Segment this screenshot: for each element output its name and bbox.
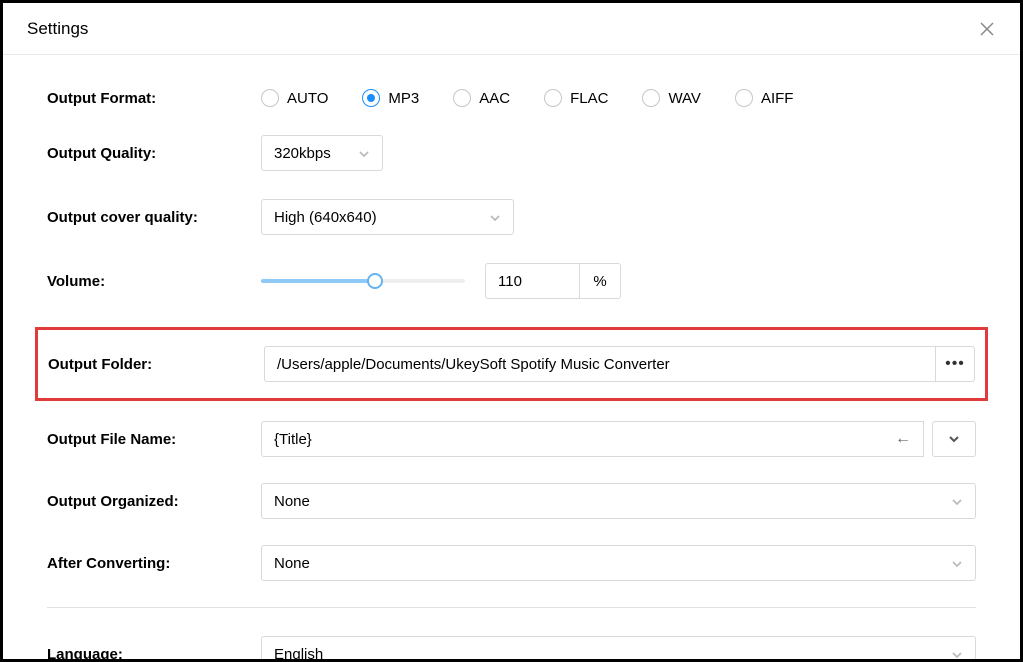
ellipsis-icon: ••• [945,355,965,373]
radio-label: FLAC [570,90,608,107]
language-select[interactable]: English [261,636,976,662]
radio-auto[interactable]: AUTO [261,89,328,107]
radio-label: AAC [479,90,510,107]
after-converting-select[interactable]: None [261,545,976,581]
radio-mp3[interactable]: MP3 [362,89,419,107]
file-name-expand-button[interactable] [932,421,976,457]
row-output-folder: Output Folder: ••• [35,327,988,401]
titlebar: Settings [3,3,1020,55]
row-cover-quality: Output cover quality: High (640x640) [47,199,976,235]
radio-circle-icon [735,89,753,107]
volume-unit: % [579,263,621,299]
cover-quality-value: High (640x640) [274,209,377,226]
settings-body: Output Format: AUTO MP3 AAC FLAC WAV AIFF Out… [3,55,1020,662]
label-language: Language: [47,646,261,662]
row-output-quality: Output Quality: 320kbps [47,135,976,171]
label-output-format: Output Format: [47,90,261,107]
output-organized-select[interactable]: None [261,483,976,519]
label-output-folder: Output Folder: [48,356,264,373]
chevron-down-icon [358,147,370,159]
radio-circle-icon [261,89,279,107]
label-output-file-name: Output File Name: [47,431,261,448]
radio-label: WAV [668,90,701,107]
close-icon [978,20,996,38]
output-folder-input[interactable] [264,346,935,382]
browse-folder-button[interactable]: ••• [935,346,975,382]
after-converting-value: None [274,555,310,572]
radio-label: AIFF [761,90,794,107]
chevron-down-icon [948,433,960,445]
settings-window: Settings Output Format: AUTO MP3 AAC FLAC WA… [0,0,1023,662]
output-organized-value: None [274,493,310,510]
row-output-organized: Output Organized: None [47,483,976,519]
row-output-format: Output Format: AUTO MP3 AAC FLAC WAV AIFF [47,89,976,107]
close-button[interactable] [978,20,996,38]
radio-wav[interactable]: WAV [642,89,701,107]
chevron-down-icon [951,495,963,507]
radio-circle-icon [544,89,562,107]
chevron-down-icon [951,557,963,569]
radio-flac[interactable]: FLAC [544,89,608,107]
row-output-file-name: Output File Name: {Title} ← [47,421,976,457]
row-after-converting: After Converting: None [47,545,976,581]
radio-label: AUTO [287,90,328,107]
arrow-left-icon[interactable]: ← [895,430,911,448]
radio-aac[interactable]: AAC [453,89,510,107]
row-volume: Volume: % [47,263,976,299]
radio-label: MP3 [388,90,419,107]
slider-thumb[interactable] [367,273,383,289]
row-language: Language: English [47,636,976,662]
label-output-organized: Output Organized: [47,493,261,510]
label-after-converting: After Converting: [47,555,261,572]
output-format-radio-group: AUTO MP3 AAC FLAC WAV AIFF [261,89,793,107]
chevron-down-icon [489,211,501,223]
output-quality-select[interactable]: 320kbps [261,135,383,171]
radio-circle-icon [642,89,660,107]
label-cover-quality: Output cover quality: [47,209,261,226]
language-value: English [274,646,323,662]
slider-track-fill [261,279,375,283]
volume-slider[interactable] [261,273,465,289]
output-file-name-value: {Title} [274,431,312,448]
label-volume: Volume: [47,273,261,290]
section-divider [47,607,976,608]
window-title: Settings [27,19,88,39]
radio-aiff[interactable]: AIFF [735,89,794,107]
chevron-down-icon [951,648,963,660]
radio-circle-icon [453,89,471,107]
output-file-name-field[interactable]: {Title} ← [261,421,924,457]
cover-quality-select[interactable]: High (640x640) [261,199,514,235]
label-output-quality: Output Quality: [47,145,261,162]
volume-input[interactable] [485,263,579,299]
output-quality-value: 320kbps [274,145,331,162]
radio-circle-icon [362,89,380,107]
